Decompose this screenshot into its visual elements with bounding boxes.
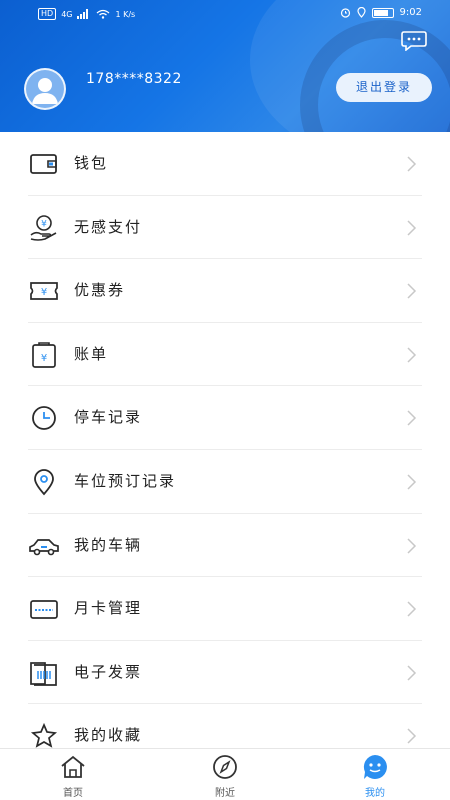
- clock-icon: [32, 406, 56, 431]
- chevron-right-icon: [407, 410, 417, 426]
- chevron-right-icon: [407, 220, 417, 236]
- signal-icon: [77, 9, 89, 19]
- hand-coin-icon: ¥: [30, 214, 57, 241]
- tab-mine[interactable]: 我的: [335, 749, 415, 800]
- menu-item-label: 电子发票: [74, 662, 143, 681]
- battery-icon: [371, 7, 394, 18]
- menu-item-seamless-pay[interactable]: ¥ 无感支付: [0, 196, 450, 260]
- message-icon[interactable]: [401, 31, 427, 51]
- compass-icon: [213, 755, 237, 779]
- location-icon: [356, 7, 366, 18]
- menu-list: 钱包 ¥ 无感支付 ¥ 优惠券 ¥ 账单 停车记录 车位预订记录 我的车辆 月卡…: [0, 132, 450, 768]
- coupon-icon: ¥: [30, 282, 58, 301]
- menu-item-coupons[interactable]: ¥ 优惠券: [0, 259, 450, 323]
- logout-button[interactable]: 退出登录: [336, 73, 432, 102]
- chevron-right-icon: [407, 728, 417, 744]
- menu-item-label: 停车记录: [74, 408, 143, 427]
- network-indicator: 4G: [61, 9, 73, 19]
- menu-item-monthly-card[interactable]: 月卡管理: [0, 577, 450, 641]
- menu-item-label: 钱包: [74, 154, 109, 172]
- car-icon: [29, 538, 59, 555]
- tab-label: 我的: [365, 788, 385, 799]
- menu-item-parking-records[interactable]: 停车记录: [0, 386, 450, 450]
- chevron-right-icon: [407, 283, 417, 299]
- tab-nearby[interactable]: 附近: [185, 749, 265, 800]
- wifi-icon: [97, 9, 110, 19]
- menu-item-bills[interactable]: ¥ 账单: [0, 323, 450, 387]
- avatar[interactable]: [24, 68, 66, 110]
- menu-item-label: 账单: [74, 344, 109, 363]
- menu-item-e-invoice[interactable]: 电子发票: [0, 641, 450, 705]
- tab-home[interactable]: 首页: [33, 749, 113, 800]
- status-time: 9:02: [399, 7, 422, 18]
- location-pin-icon: [34, 469, 54, 496]
- menu-item-label: 我的车辆: [74, 535, 143, 554]
- alarm-icon: [340, 8, 350, 18]
- menu-item-label: 月卡管理: [74, 599, 143, 618]
- hd-indicator: HD: [38, 8, 57, 20]
- default-avatar-icon: [32, 78, 58, 104]
- menu-item-reservation-records[interactable]: 车位预订记录: [0, 450, 450, 514]
- tab-label: 首页: [63, 788, 83, 799]
- menu-item-label: 车位预订记录: [74, 471, 177, 490]
- chevron-right-icon: [407, 474, 417, 490]
- menu-item-label: 无感支付: [74, 217, 143, 236]
- menu-item-label: 优惠券: [74, 281, 126, 300]
- user-phone: 178****8322: [86, 71, 182, 87]
- chevron-right-icon: [407, 538, 417, 554]
- svg-text:¥: ¥: [41, 287, 47, 298]
- chevron-right-icon: [407, 347, 417, 363]
- menu-item-wallet[interactable]: 钱包: [0, 132, 450, 196]
- menu-item-label: 我的收藏: [74, 726, 143, 745]
- user-bubble-icon: [363, 755, 387, 779]
- bill-icon: ¥: [32, 341, 56, 368]
- svg-text:¥: ¥: [41, 353, 47, 364]
- star-icon: [30, 723, 58, 749]
- svg-text:¥: ¥: [41, 219, 47, 229]
- bottom-tab-bar: 首页 附近 我的: [0, 748, 450, 800]
- wallet-icon: [30, 154, 57, 174]
- invoice-icon: [30, 661, 57, 686]
- chevron-right-icon: [407, 156, 417, 172]
- home-icon: [61, 755, 85, 778]
- network-speed: 1 K/s: [115, 9, 136, 19]
- tab-label: 附近: [215, 788, 235, 799]
- menu-item-my-vehicles[interactable]: 我的车辆: [0, 514, 450, 578]
- chevron-right-icon: [407, 665, 417, 681]
- status-bar: HD 4G 1 K/s 9:02: [0, 0, 450, 28]
- card-icon: [30, 600, 58, 620]
- chevron-right-icon: [407, 601, 417, 617]
- profile-header: HD 4G 1 K/s 9:02 178****8322 退出登录: [0, 0, 450, 132]
